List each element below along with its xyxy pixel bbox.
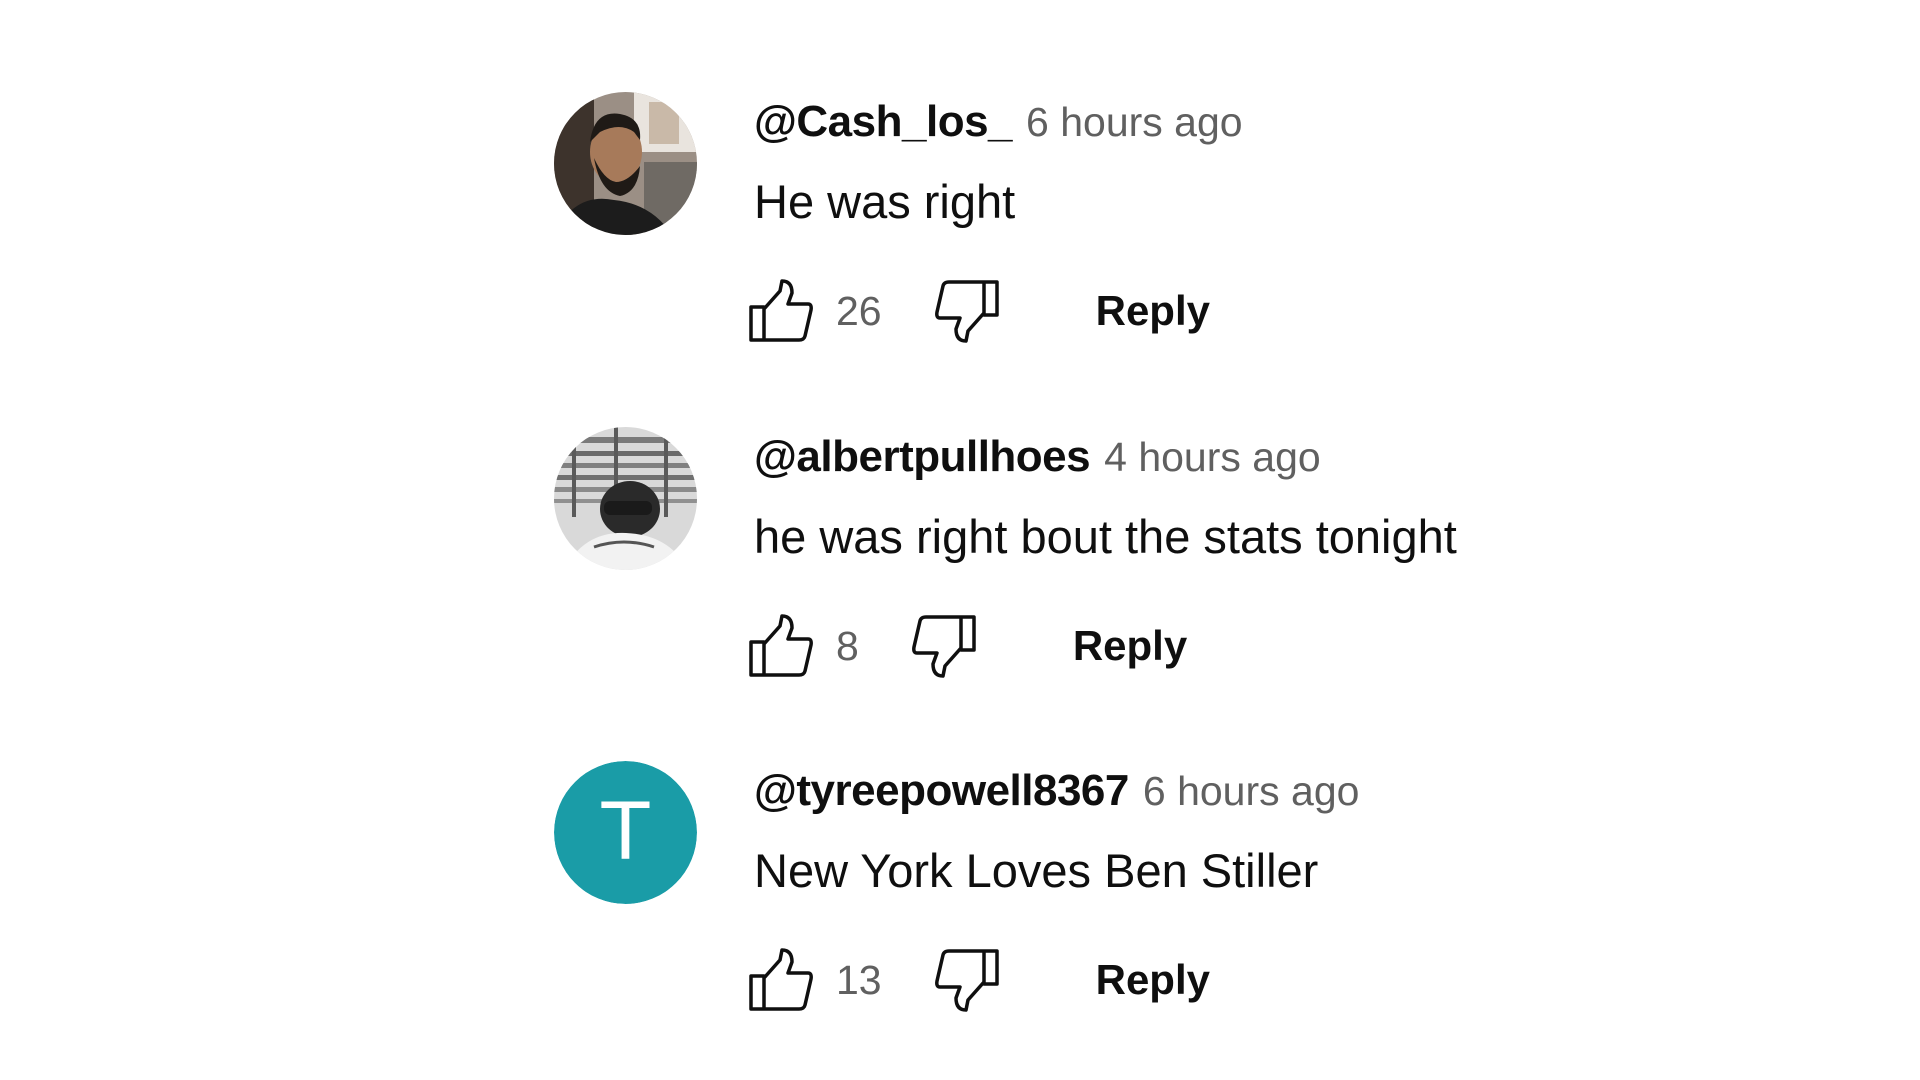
thumbs-down-icon [934,280,999,343]
dislike-button[interactable] [909,611,979,681]
like-button[interactable] [746,611,816,681]
reply-button[interactable]: Reply [1096,287,1210,335]
comment-text: New York Loves Ben Stiller [754,844,1319,897]
comment-actions: 26 Reply [746,276,1210,346]
like-count: 8 [836,622,859,669]
comment-text: He was right [754,175,1016,228]
comment-thread: @albertpullhoes 4 hours ago he was right … [554,427,1554,727]
comment-thread: @Cash_los_ 6 hours ago He was right 26 Re… [554,92,1554,392]
dislike-button[interactable] [932,945,1002,1015]
thumbs-up-icon [749,948,813,1011]
thumbs-down-icon [934,949,999,1012]
comment-time[interactable]: 6 hours ago [1143,768,1360,814]
comment-time[interactable]: 4 hours ago [1104,434,1321,480]
comment-thread: T @tyreepowell8367 6 hours ago New York L… [554,761,1554,1061]
thumbs-up-icon [749,614,813,677]
comment-text: he was right bout the stats tonight [754,510,1457,563]
like-button[interactable] [746,276,816,346]
avatar[interactable]: T [554,761,697,904]
author-name[interactable]: @Cash_los_ [754,97,1013,146]
comment-time[interactable]: 6 hours ago [1026,99,1243,145]
like-count: 13 [836,956,882,1003]
user-photo-icon [554,92,697,235]
comments-section: @Cash_los_ 6 hours ago He was right 26 Re… [0,0,1920,1080]
dislike-button[interactable] [932,276,1002,346]
like-button[interactable] [746,945,816,1015]
comment-header: @albertpullhoes 4 hours ago [754,429,1321,485]
comment-actions: 8 Reply [746,611,1187,681]
avatar-letter: T [554,761,697,904]
comment-header: @Cash_los_ 6 hours ago [754,94,1243,150]
comment-actions: 13 Reply [746,945,1210,1015]
author-name[interactable]: @albertpullhoes [754,432,1091,481]
avatar[interactable] [554,427,697,570]
author-name[interactable]: @tyreepowell8367 [754,766,1129,815]
reply-button[interactable]: Reply [1096,956,1210,1004]
thumbs-down-icon [911,615,976,678]
thumbs-up-icon [749,279,813,342]
avatar[interactable] [554,92,697,235]
comment-header: @tyreepowell8367 6 hours ago [754,763,1359,819]
like-count: 26 [836,287,882,334]
user-photo-icon [554,427,697,570]
reply-button[interactable]: Reply [1073,622,1187,670]
